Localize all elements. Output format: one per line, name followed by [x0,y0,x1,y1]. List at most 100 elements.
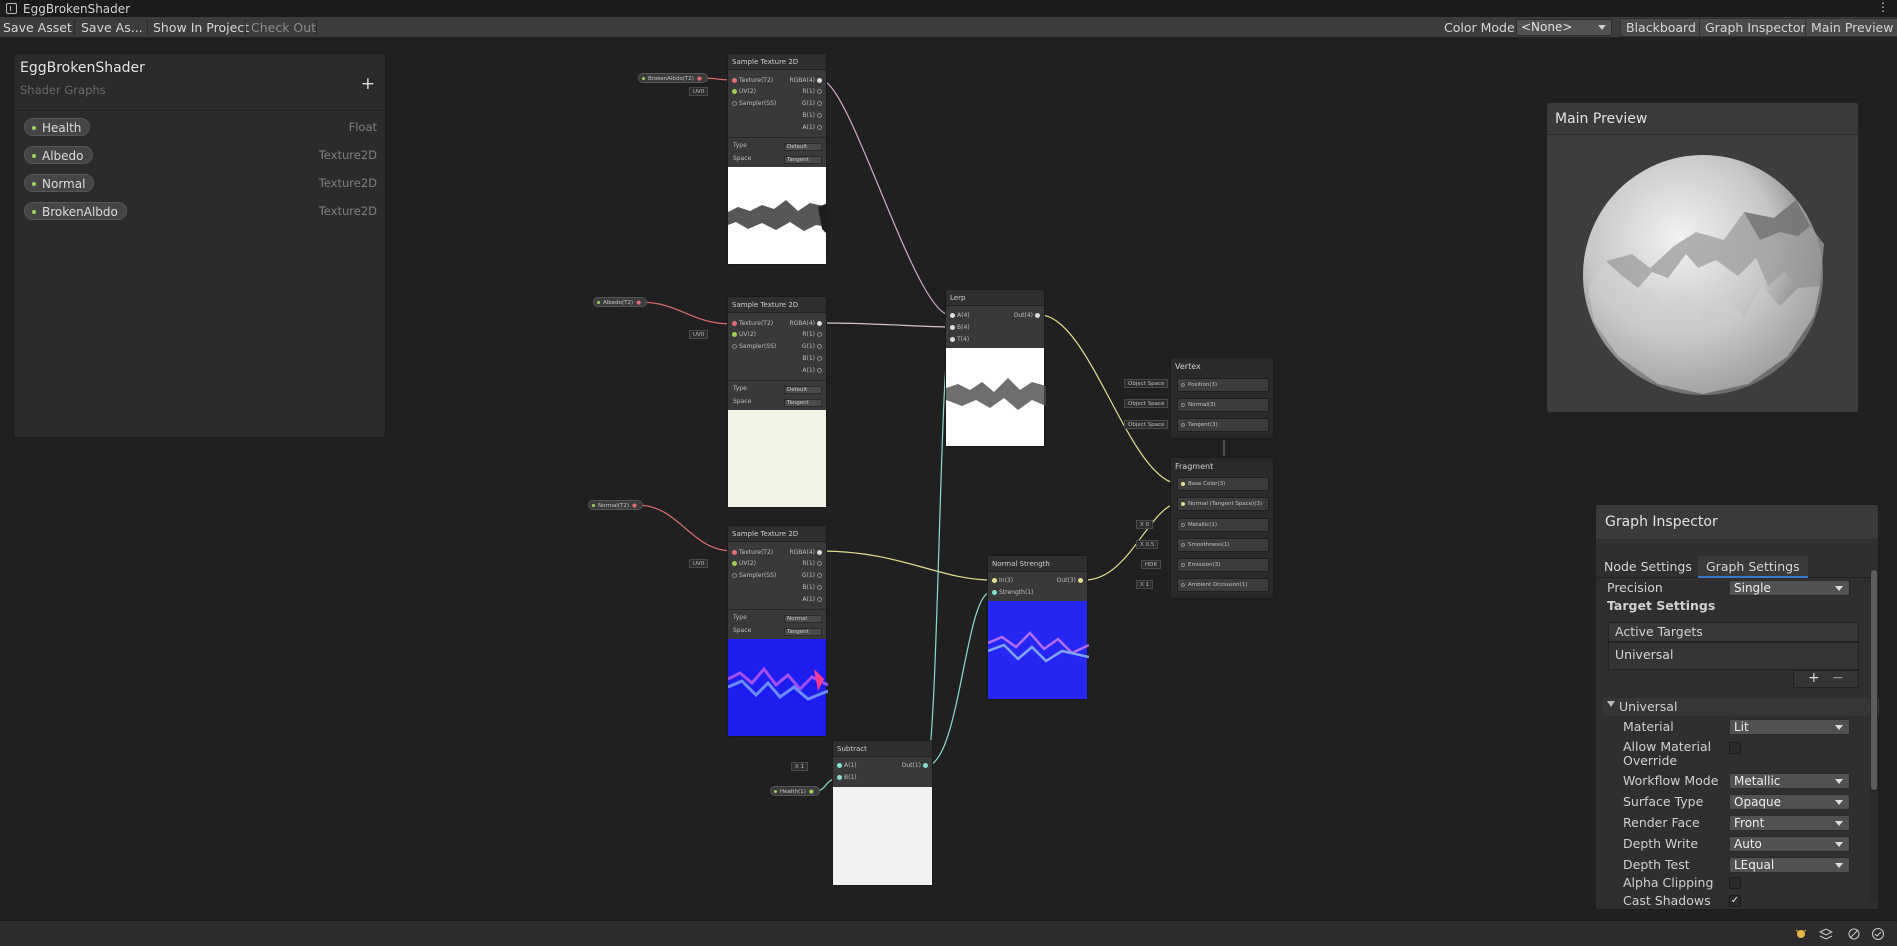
port-b-out[interactable]: B(1) [802,354,824,364]
property-pill[interactable]: Normal [24,174,95,192]
vertex-context[interactable]: Vertex Position(3) Normal(3) Tangent(3) [1170,357,1274,439]
port-out[interactable]: Out(4) [1014,311,1042,321]
type-dropdown[interactable]: Default [784,143,822,151]
surface-type-dropdown[interactable]: Opaque [1729,794,1850,810]
property-chip-health[interactable]: Health(1) ● [770,786,820,796]
check-circle-icon[interactable] [1871,927,1885,941]
port-in[interactable]: In(3) [990,576,1013,586]
port-r-out[interactable]: R(1) [802,559,824,569]
vertex-block-tangent[interactable]: Tangent(3) [1177,418,1269,432]
port-g-out[interactable]: G(1) [802,571,824,581]
port-uv[interactable]: UV(2) [730,559,756,569]
blackboard-property-row[interactable]: Albedo Texture2D [24,145,377,165]
fragment-block-emission[interactable]: Emission(3) [1177,558,1269,572]
port-b[interactable]: B(1) [835,773,857,783]
space-dropdown[interactable]: Tangent [784,628,822,636]
port-texture[interactable]: Texture(T2) [730,548,773,558]
plus-icon[interactable]: + [361,76,375,93]
main-preview-viewport[interactable] [1548,136,1857,412]
type-dropdown[interactable]: Normal [784,615,822,623]
fragment-context[interactable]: Fragment Base Color(3) Normal (Tangent S… [1170,457,1274,599]
port-a-out[interactable]: A(1) [802,366,824,376]
occlusion-field[interactable]: X 1 [1136,580,1154,589]
port-b[interactable]: B(4) [948,323,970,333]
space-dropdown[interactable]: Tangent [784,156,822,164]
space-dropdown[interactable]: Tangent [784,399,822,407]
fragment-block-ambient-occlusion[interactable]: Ambient Occlusion(1) [1177,578,1269,592]
property-pill[interactable]: Health [24,118,91,136]
port-a-out[interactable]: A(1) [802,595,824,605]
metallic-field[interactable]: X 0 [1136,520,1154,529]
property-pill[interactable]: Albedo [24,146,93,164]
normal-space-field[interactable]: Object Space [1124,399,1169,408]
port-sampler[interactable]: Sampler(SS) [730,571,776,581]
port-sampler[interactable]: Sampler(SS) [730,342,776,352]
universal-foldout[interactable]: Universal [1603,698,1879,716]
port-r-out[interactable]: R(1) [802,87,824,97]
port-a-out[interactable]: A(1) [802,123,824,133]
blackboard-property-row[interactable]: Normal Texture2D [24,173,377,193]
fragment-block-basecolor[interactable]: Base Color(3) [1177,477,1269,491]
cast-shadows-checkbox[interactable]: ✓ [1729,895,1741,907]
active-target-item[interactable]: Universal [1608,642,1859,670]
port-sampler[interactable]: Sampler(SS) [730,99,776,109]
sample-texture-node-broken[interactable]: Sample Texture 2D Texture(T2) UV(2) Samp… [727,53,828,265]
depth-write-dropdown[interactable]: Auto [1729,836,1850,852]
lerp-node[interactable]: Lerp A(4) B(4) T(4) Out(4) [945,289,1046,447]
inspector-scrollbar[interactable] [1870,570,1878,900]
blackboard-property-row[interactable]: Health Float [24,117,377,137]
port-texture[interactable]: Texture(T2) [730,76,773,86]
emission-field[interactable]: HDR [1141,560,1162,569]
remove-target-icon[interactable]: − [1832,670,1844,686]
port-texture[interactable]: Texture(T2) [730,319,773,329]
workflow-mode-dropdown[interactable]: Metallic [1729,773,1850,789]
scrollbar-thumb[interactable] [1871,570,1877,790]
fragment-block-smoothness[interactable]: Smoothness(1) [1177,538,1269,552]
property-chip-albedo[interactable]: Albedo(T2) ● [593,297,647,307]
depth-test-dropdown[interactable]: LEqual [1729,857,1850,873]
port-b-out[interactable]: B(1) [802,583,824,593]
material-dropdown[interactable]: Lit [1729,719,1850,735]
port-a[interactable]: A(4) [948,311,970,321]
bug-icon[interactable] [1794,927,1808,941]
port-uv[interactable]: UV(2) [730,87,756,97]
vertex-block-normal[interactable]: Normal(3) [1177,398,1269,412]
alpha-clipping-checkbox[interactable] [1729,877,1741,889]
port-rgba-out[interactable]: RGBA(4) [789,548,824,558]
render-face-dropdown[interactable]: Front [1729,815,1850,831]
tab-node-settings[interactable]: Node Settings [1596,556,1700,578]
type-dropdown[interactable]: Default [784,386,822,394]
tangent-space-field[interactable]: Object Space [1124,420,1169,429]
port-t[interactable]: T(4) [948,335,969,345]
port-a[interactable]: A(1) [835,761,857,771]
port-out[interactable]: Out(3) [1057,576,1085,586]
normal-strength-node[interactable]: Normal Strength In(3) Strength(1) Out(3) [987,555,1090,700]
port-g-out[interactable]: G(1) [802,342,824,352]
sample-texture-node-normal[interactable]: Sample Texture 2D Texture(T2) UV(2) Samp… [727,525,829,737]
port-g-out[interactable]: G(1) [802,99,824,109]
fragment-block-metallic[interactable]: Metallic(1) [1177,518,1269,532]
vertex-block-position[interactable]: Position(3) [1177,378,1269,392]
port-rgba-out[interactable]: RGBA(4) [789,319,824,329]
uv-channel-field[interactable]: UV0 [689,330,709,339]
subtract-node[interactable]: Subtract A(1) B(1) Out(1) [832,740,933,886]
fragment-block-normal[interactable]: Normal (Tangent Space)(3) [1177,497,1269,511]
port-rgba-out[interactable]: RGBA(4) [789,76,824,86]
port-out[interactable]: Out(1) [902,761,930,771]
blackboard-property-row[interactable]: BrokenAlbdo Texture2D [24,201,377,221]
smoothness-field[interactable]: X 0.5 [1136,540,1159,549]
uv-channel-field[interactable]: UV0 [689,559,709,568]
position-space-field[interactable]: Object Space [1124,379,1169,388]
property-pill[interactable]: BrokenAlbdo [24,202,127,220]
allow-material-override-checkbox[interactable] [1729,742,1741,754]
precision-dropdown[interactable]: Single [1729,580,1850,596]
cache-server-icon[interactable] [1847,927,1861,941]
port-r-out[interactable]: R(1) [802,330,824,340]
port-uv[interactable]: UV(2) [730,330,756,340]
property-chip-brokenalbdo[interactable]: BrokenAlbdo(T2) ● [638,73,708,83]
uv-channel-field[interactable]: UV0 [689,87,709,96]
add-target-icon[interactable]: + [1808,670,1820,686]
tab-graph-settings[interactable]: Graph Settings [1698,556,1808,578]
subtract-a-field[interactable]: X 1 [791,762,809,771]
property-chip-normal[interactable]: Normal(T2) ● [588,500,643,510]
